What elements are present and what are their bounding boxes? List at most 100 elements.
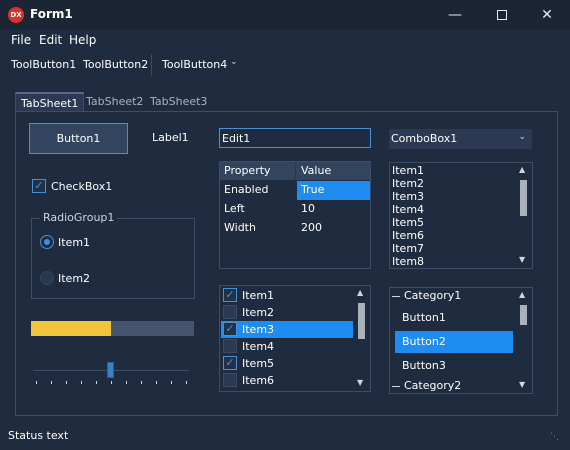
radiogroup1-caption: RadioGroup1	[40, 211, 118, 224]
checklist-checkbox[interactable]	[223, 339, 237, 353]
grid-cell[interactable]: 200	[297, 219, 326, 238]
checklist-item[interactable]: Item2	[221, 304, 354, 321]
category2-header[interactable]: Category2	[392, 379, 461, 395]
radio-item2[interactable]	[40, 271, 54, 285]
checklist-item-label: Item5	[242, 357, 275, 370]
radio-item2-label: Item2	[58, 272, 91, 285]
tab-sheet2[interactable]: TabSheet2	[81, 92, 148, 112]
category2-label: Category2	[404, 379, 462, 392]
checklist-checkbox[interactable]: ✓	[223, 288, 237, 302]
scroll-up-icon[interactable]: ▲	[519, 290, 525, 299]
checklist-checkbox[interactable]: ✓	[223, 322, 237, 336]
category-button[interactable]: Button2	[395, 331, 513, 353]
combobox1-value: ComboBox1	[391, 132, 458, 145]
menu-edit[interactable]: Edit	[39, 33, 62, 47]
trackbar-tick	[141, 381, 142, 384]
listbox-item[interactable]: Item8	[392, 255, 424, 268]
minimize-button[interactable]: —	[432, 0, 478, 30]
grid-cell[interactable]: 10	[297, 200, 319, 219]
collapse-icon	[392, 295, 400, 297]
grid-header-property: Property	[220, 162, 296, 181]
toolbutton-1[interactable]: ToolButton1	[11, 58, 76, 71]
grid-cell[interactable]: Enabled	[220, 181, 272, 200]
radio-item1[interactable]	[40, 235, 54, 249]
resize-grip-icon[interactable]: ⋱	[550, 432, 562, 444]
trackbar-tick	[36, 381, 37, 384]
trackbar-tick	[66, 381, 67, 384]
scroll-down-icon[interactable]: ▼	[357, 378, 363, 387]
collapse-icon	[392, 385, 400, 387]
property-grid[interactable]: Property Value Enabled True Left 10 Widt…	[219, 161, 371, 269]
radio-item1-label: Item1	[58, 236, 91, 249]
toolbar-separator	[151, 54, 152, 76]
checklist-checkbox[interactable]	[223, 305, 237, 319]
trackbar-tick	[96, 381, 97, 384]
listbox-item[interactable]: Item7	[392, 242, 424, 255]
listbox-item[interactable]: Item1	[392, 164, 424, 177]
category1-label: Category1	[404, 289, 462, 302]
trackbar-thumb[interactable]	[107, 362, 114, 378]
edit1-input[interactable]: Edit1	[219, 128, 371, 148]
checklist-checkbox[interactable]: ✓	[223, 356, 237, 370]
checklist-scrollbar[interactable]: ▲ ▼	[353, 286, 370, 391]
scroll-down-icon[interactable]: ▼	[519, 255, 525, 264]
tab-sheet1[interactable]: TabSheet1	[15, 92, 85, 112]
scroll-down-icon[interactable]: ▼	[519, 380, 525, 389]
chevron-down-icon: ⌄	[518, 132, 526, 142]
app-icon: DX	[8, 7, 24, 23]
listbox-item[interactable]: Item4	[392, 203, 424, 216]
checklist-item[interactable]: Item4	[221, 338, 354, 355]
progress-fill	[31, 321, 111, 336]
chevron-down-icon[interactable]: ⌄	[230, 57, 238, 67]
grid-cell-selected[interactable]: True	[297, 181, 370, 200]
category1-header[interactable]: Category1	[392, 289, 461, 305]
checkbox1-label: CheckBox1	[51, 180, 113, 193]
listbox-scroll-thumb[interactable]	[520, 180, 527, 216]
toolbutton-2[interactable]: ToolButton2	[83, 58, 148, 71]
trackbar-tick	[51, 381, 52, 384]
button1[interactable]: Button1	[29, 123, 128, 154]
grid-header: Property Value	[220, 162, 370, 181]
close-icon: ✕	[541, 7, 553, 23]
minimize-icon: —	[448, 7, 462, 23]
category-scroll-thumb[interactable]	[520, 305, 527, 325]
listbox-item[interactable]: Item6	[392, 229, 424, 242]
tab-sheet3[interactable]: TabSheet3	[145, 92, 212, 112]
checklist-item[interactable]: Item6	[221, 372, 354, 389]
category-scrollbar[interactable]: ▲ ▼	[515, 288, 532, 393]
listbox-item[interactable]: Item5	[392, 216, 424, 229]
checklist-item[interactable]: ✓ Item3	[221, 321, 354, 338]
checklistbox[interactable]: ✓ Item1 Item2 ✓ Item3 Item4 ✓ Item5 Item6 ▲ ▼	[219, 285, 371, 392]
listbox-item[interactable]: Item2	[392, 177, 424, 190]
category-button[interactable]: Button3	[395, 355, 513, 377]
checkbox1[interactable]: ✓	[32, 179, 46, 193]
close-button[interactable]: ✕	[524, 0, 570, 30]
grid-cell[interactable]: Width	[220, 219, 260, 238]
checklist-item[interactable]: ✓ Item1	[221, 287, 354, 304]
radiogroup1	[31, 218, 195, 299]
grid-cell[interactable]: Left	[220, 200, 249, 219]
grid-header-value: Value	[301, 164, 332, 177]
menu-help[interactable]: Help	[69, 33, 96, 47]
checklist-item[interactable]: ✓ Item5	[221, 355, 354, 372]
checklist-item-label: Item1	[242, 289, 275, 302]
listbox[interactable]: Item1 Item2 Item3 Item4 Item5 Item6 Item7 Item8…	[389, 162, 533, 269]
menu-file[interactable]: File	[11, 33, 31, 47]
toolbutton-4[interactable]: ToolButton4	[162, 58, 227, 71]
scroll-up-icon[interactable]: ▲	[519, 165, 525, 174]
category-button[interactable]: Button1	[395, 307, 513, 329]
trackbar-tick	[171, 381, 172, 384]
checklist-scroll-thumb[interactable]	[358, 303, 365, 339]
trackbar-tick	[111, 381, 112, 384]
combobox1[interactable]: ComboBox1 ⌄	[389, 129, 532, 149]
listbox-scrollbar[interactable]: ▲ ▼	[515, 163, 532, 268]
status-text: Status text	[8, 429, 69, 442]
category-buttons[interactable]: Category1 Button1 Button2 Button3 Category…	[389, 287, 533, 394]
checklist-checkbox[interactable]	[223, 373, 237, 387]
checklist-item-label: Item2	[242, 306, 275, 319]
trackbar-tick	[126, 381, 127, 384]
listbox-item[interactable]: Item3	[392, 190, 424, 203]
checklist-item-label: Item6	[242, 374, 275, 387]
scroll-up-icon[interactable]: ▲	[357, 288, 363, 297]
maximize-button[interactable]	[479, 0, 525, 30]
